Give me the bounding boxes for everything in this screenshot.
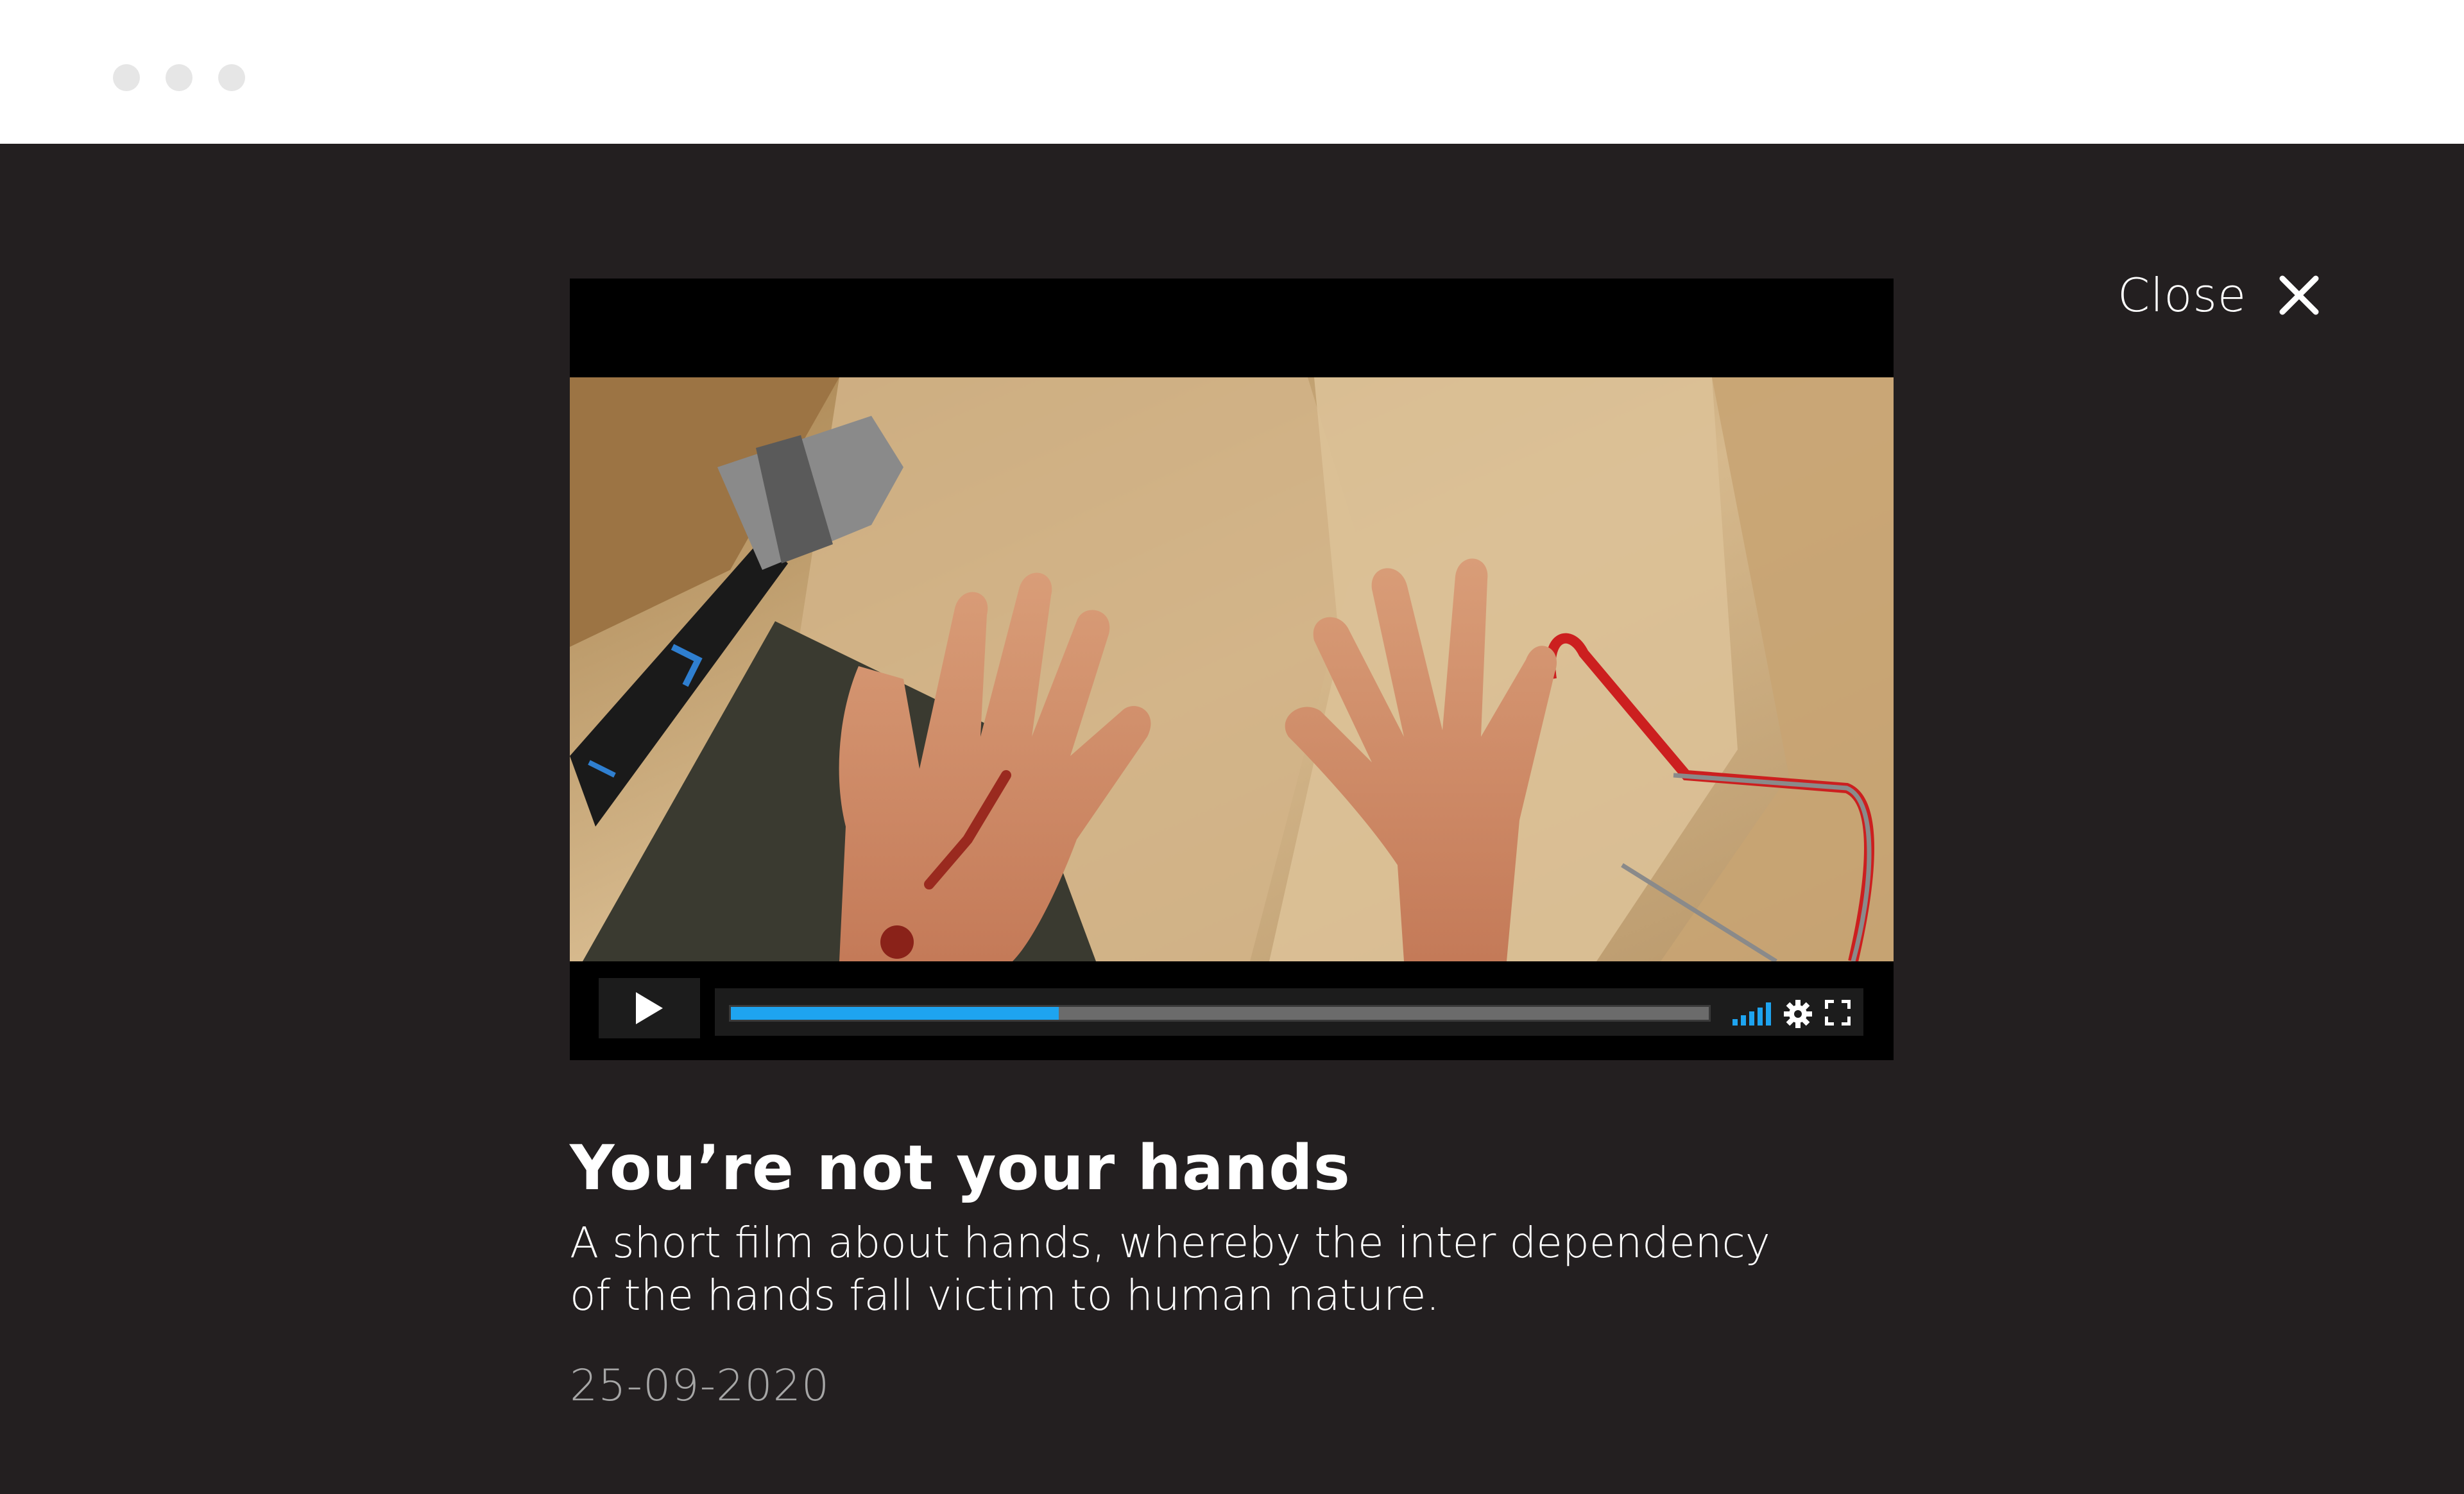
volume-icon[interactable] — [1733, 1000, 1772, 1026]
progress-track[interactable] — [729, 1005, 1711, 1022]
browser-chrome — [0, 0, 2464, 144]
close-icon[interactable] — [2279, 275, 2320, 316]
progress-fill — [731, 1007, 1059, 1020]
window-dot-close[interactable] — [113, 64, 140, 91]
window-dot-minimize[interactable] — [166, 64, 193, 91]
video-controls — [570, 961, 1894, 1060]
video-still[interactable] — [570, 377, 1894, 961]
progress-bar-container — [715, 988, 1863, 1036]
video-player[interactable] — [570, 279, 1894, 1060]
window-dot-maximize[interactable] — [218, 64, 245, 91]
fullscreen-icon[interactable] — [1825, 1000, 1851, 1026]
film-title: You’re not your hands — [570, 1132, 1351, 1204]
settings-gear-icon[interactable] — [1784, 1000, 1812, 1028]
close-button[interactable]: Close — [2118, 263, 2320, 327]
film-info: You’re not your hands A short film about… — [570, 1129, 1853, 1411]
close-label: Close — [2118, 268, 2247, 322]
play-button[interactable] — [599, 978, 700, 1038]
film-date: 25-09-2020 — [570, 1361, 830, 1411]
film-description: A short film about hands, whereby the in… — [570, 1218, 1770, 1320]
play-icon — [636, 992, 663, 1024]
